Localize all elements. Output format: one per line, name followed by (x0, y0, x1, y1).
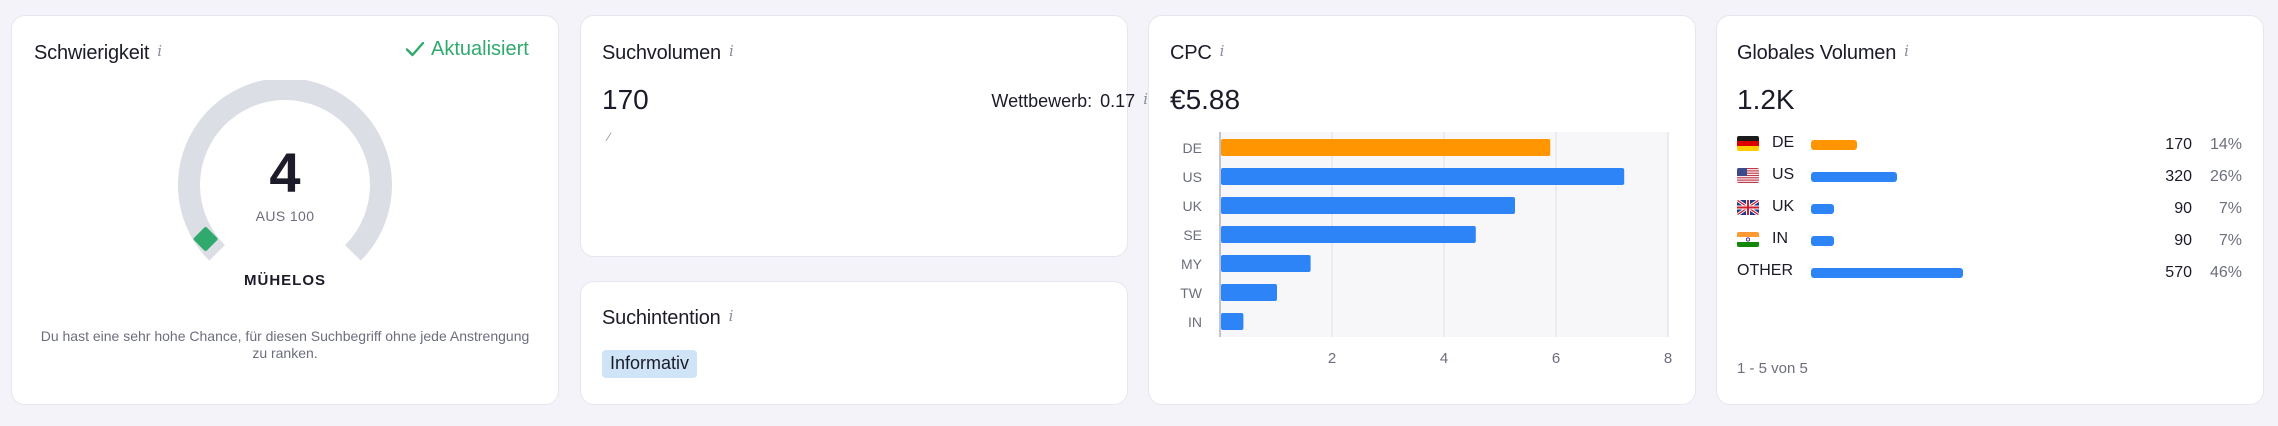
search-volume-title-text: Suchvolumen (602, 42, 721, 64)
country-share-bar (1811, 268, 1963, 278)
chart-category-label: US (1183, 169, 1202, 185)
competition-value: 0.17 (1100, 91, 1136, 111)
country-code: IN (1772, 230, 1788, 247)
country-code: UK (1772, 198, 1795, 215)
chart-bar (1221, 284, 1277, 301)
country-percent: 26% (2209, 168, 2242, 185)
country-share-bar (1811, 204, 1835, 214)
country-percent: 7% (2218, 232, 2242, 249)
search-intent-title-text: Suchintention (602, 307, 721, 329)
cpc-title: CPC i (1170, 42, 1224, 65)
chart-bar (1221, 197, 1515, 214)
country-percent: 7% (2218, 200, 2242, 217)
country-volume: 170 (2165, 136, 2192, 153)
country-share-bar (1811, 172, 1897, 182)
difficulty-description: Du hast eine sehr hohe Chance, für diese… (40, 328, 530, 361)
info-icon[interactable]: i (729, 42, 734, 60)
info-icon[interactable]: i (1220, 42, 1225, 60)
search-intent-title: Suchintention i (602, 307, 733, 330)
chart-x-tick-label: 4 (1440, 350, 1448, 367)
country-volume: 570 (2165, 264, 2192, 281)
cpc-value: €5.88 (1170, 84, 1241, 115)
chart-bar (1221, 255, 1311, 272)
updated-status-text: Aktualisiert (431, 38, 529, 60)
global-volume-value: 1.2K (1737, 84, 1795, 115)
trend-chart: ⁄ (608, 130, 611, 144)
difficulty-score-sub: AUS 100 (255, 208, 315, 224)
competition-label: Wettbewerb: (991, 91, 1093, 111)
chart-category-label: TW (1180, 285, 1203, 301)
chart-category-label: DE (1183, 140, 1202, 156)
global-volume-title: Globales Volumen i (1737, 42, 1909, 65)
difficulty-score: 4 (269, 141, 301, 204)
chart-bar (1221, 139, 1551, 156)
search-intent-card (580, 281, 1128, 405)
country-code: OTHER (1737, 262, 1793, 279)
in-flag-icon (1737, 232, 1759, 247)
country-percent: 14% (2209, 136, 2242, 153)
country-code: DE (1772, 134, 1795, 151)
intent-badge: Informativ (602, 350, 698, 378)
country-volume: 320 (2165, 168, 2192, 185)
chart-bar (1221, 168, 1625, 185)
country-row-in[interactable]: IN 90 7% (1737, 230, 2242, 250)
chart-x-tick-label: 8 (1664, 350, 1672, 367)
country-row-us[interactable]: US 320 26% (1737, 166, 2242, 186)
country-percent: 46% (2209, 264, 2242, 281)
chart-category-label: IN (1188, 314, 1202, 330)
difficulty-title-text: Schwierigkeit (34, 42, 150, 64)
country-code: US (1772, 166, 1795, 183)
checkmark-icon (405, 41, 425, 57)
chart-category-label: SE (1183, 227, 1202, 243)
chart-x-tick-label: 6 (1552, 350, 1560, 367)
updated-status: Aktualisiert (405, 38, 529, 61)
difficulty-level: MÜHELOS (244, 272, 326, 289)
search-volume-value: 170 (602, 84, 649, 115)
info-icon[interactable]: i (729, 307, 734, 325)
info-icon[interactable]: i (1904, 42, 1909, 60)
difficulty-title: Schwierigkeit i (34, 42, 162, 65)
chart-x-tick-label: 2 (1328, 350, 1336, 367)
uk-flag-icon (1737, 200, 1759, 215)
country-volume: 90 (2174, 232, 2192, 249)
country-row-uk[interactable]: UK 90 7% (1737, 198, 2242, 218)
country-volume: 90 (2174, 200, 2192, 217)
de-flag-icon (1737, 136, 1759, 151)
country-row-de[interactable]: DE 170 14% (1737, 134, 2242, 154)
cpc-title-text: CPC (1170, 42, 1212, 64)
difficulty-gauge: 4 AUS 100 MÜHELOS (165, 78, 405, 320)
search-volume-title: Suchvolumen i (602, 42, 734, 65)
pagination-info: 1 - 5 von 5 (1737, 360, 1808, 377)
country-share-bar (1811, 236, 1835, 246)
chart-bar (1221, 226, 1476, 243)
global-volume-title-text: Globales Volumen (1737, 42, 1897, 64)
competition: Wettbewerb: 0.17 i (991, 90, 1148, 112)
info-icon[interactable]: i (1143, 90, 1148, 108)
cpc-bar-chart: 2 4 6 8 DE US UK SE MY TW IN (1180, 132, 1672, 367)
chart-bar (1221, 313, 1244, 330)
country-row-other[interactable]: OTHER 570 46% (1737, 262, 2242, 282)
chart-category-label: UK (1183, 198, 1203, 214)
info-icon[interactable]: i (157, 42, 162, 60)
chart-category-label: MY (1181, 256, 1203, 272)
us-flag-icon (1737, 168, 1759, 183)
country-share-bar (1811, 140, 1858, 150)
